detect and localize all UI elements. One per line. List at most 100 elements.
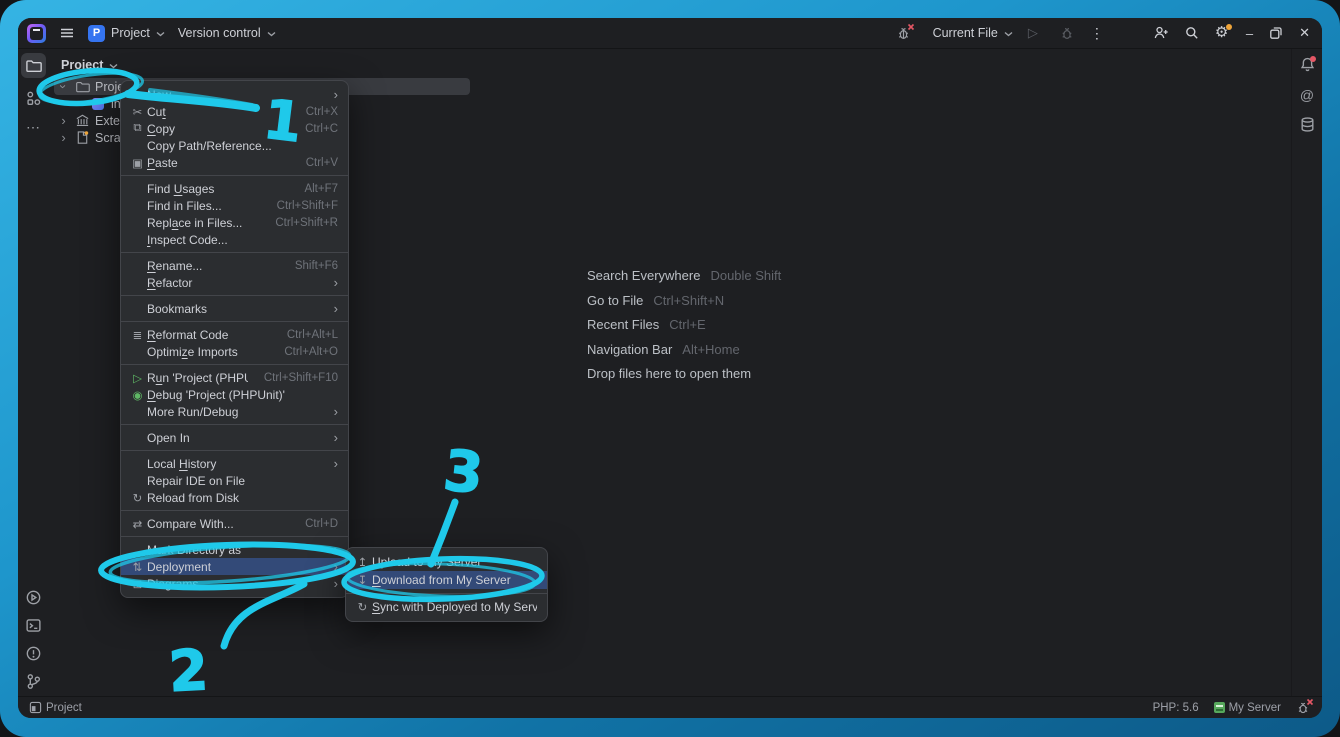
hint-action-link[interactable]: Go to File [587,293,643,308]
hint-action-link[interactable]: Drop files here to open them [587,366,751,381]
database-tool-icon[interactable] [1299,116,1316,133]
menu-item-label: Rename... [147,259,279,273]
menu-item-sync-with-deployed-to-my-server[interactable]: ↻Sync with Deployed to My Server... [346,598,547,616]
settings-notification-dot [1226,24,1232,30]
more-actions-icon[interactable]: ⋮ [1090,25,1105,42]
submenu-arrow-icon: › [334,560,338,573]
profiler-error-icon[interactable] [896,25,912,41]
menu-item-reload-from-disk[interactable]: ↻Reload from Disk [121,489,348,506]
notification-dot [1310,56,1316,62]
menu-item-copy-path-reference[interactable]: Copy Path/Reference... [121,137,348,154]
menu-item-diagrams[interactable]: ⊞Diagrams› [121,575,348,592]
profiler-error-icon[interactable] [1296,700,1312,716]
structure-tool-icon[interactable] [25,90,42,107]
debug-button[interactable] [1059,25,1075,41]
close-button[interactable]: ✕ [1299,25,1310,41]
project-context-menu: New›✂CutCtrl+X⧉CopyCtrl+CCopy Path/Refer… [120,80,349,598]
run-configuration-widget[interactable]: Current File [933,26,1013,40]
run-button[interactable]: ▷ [1028,25,1044,41]
menu-item-refactor[interactable]: Refactor› [121,274,348,291]
menu-item-copy[interactable]: ⧉CopyCtrl+C [121,120,348,137]
menu-item-label: Optimize Imports [147,345,268,359]
settings-gear-icon[interactable]: ⚙ [1215,25,1231,41]
menu-item-label: Bookmarks [147,302,318,316]
editor-area: Search Everywhere Double Shift Go to File C… [476,49,1292,697]
search-icon[interactable] [1184,25,1200,41]
menu-item-new[interactable]: New› [121,86,348,103]
menu-item-compare-with[interactable]: ⇄Compare With...Ctrl+D [121,515,348,532]
menu-item-deployment[interactable]: ⇅Deployment› [121,558,348,575]
menu-item-label: Local History [147,457,318,471]
menu-item-label: Cut [147,105,290,119]
hint-action-link[interactable]: Recent Files [587,317,659,332]
main-menu-icon[interactable] [59,25,75,41]
hint-shortcut: Double Shift [710,268,781,283]
vcs-widget-label: Version control [178,26,261,40]
menu-item-more-run-debug[interactable]: More Run/Debug› [121,403,348,420]
terminal-tool-icon[interactable] [25,617,42,634]
folder-icon [74,79,90,95]
git-tool-icon[interactable] [25,673,42,690]
project-tool-button[interactable] [21,53,46,78]
hint-action-link[interactable]: Search Everywhere [587,268,700,283]
notifications-bell-icon[interactable] [1299,56,1316,73]
menu-item-inspect-code[interactable]: Inspect Code... [121,231,348,248]
menu-separator [121,510,348,511]
upload-icon: ↥ [353,555,372,569]
maximize-button[interactable] [1268,25,1284,41]
deployment-server-widget[interactable]: My Server [1214,702,1281,714]
menu-item-open-in[interactable]: Open In› [121,429,348,446]
vcs-widget[interactable]: Version control [178,26,276,40]
minimize-button[interactable]: – [1246,26,1253,41]
server-icon [1214,702,1225,713]
statusbar-project-label: Project [46,702,82,714]
menu-item-download-from-my-server[interactable]: ↧Download from My Server [346,571,547,589]
ide-window: P Project Version control Current File [18,18,1322,718]
menu-item-mark-directory-as[interactable]: Mark Directory as› [121,541,348,558]
menu-item-upload-to-my-server[interactable]: ↥Upload to My Server [346,553,547,571]
ai-assistant-icon[interactable]: @ [1299,86,1316,103]
menu-item-paste[interactable]: ▣PasteCtrl+V [121,154,348,171]
menu-item-run-project-phpunit[interactable]: ▷Run 'Project (PHPUnit)'Ctrl+Shift+F10 [121,369,348,386]
reformat-icon: ≣ [128,328,147,342]
menu-item-debug-project-phpunit[interactable]: ◉Debug 'Project (PHPUnit)' [121,386,348,403]
menu-item-repair-ide-on-file[interactable]: Repair IDE on File [121,472,348,489]
menu-item-label: More Run/Debug [147,405,318,419]
problems-tool-icon[interactable] [25,645,42,662]
project-widget[interactable]: P Project [88,25,165,42]
submenu-arrow-icon: › [334,276,338,289]
menu-item-label: Find in Files... [147,199,261,213]
menu-item-shortcut: Ctrl+Shift+R [275,217,338,229]
hint-action-link[interactable]: Navigation Bar [587,342,672,357]
statusbar-project-widget[interactable]: Project [18,701,82,714]
menu-item-reformat-code[interactable]: ≣Reformat Code Ctrl+Alt+L [121,326,348,343]
tree-expand-icon[interactable]: › [58,130,69,145]
tree-expand-icon[interactable]: › [58,113,69,128]
menu-item-find-usages[interactable]: Find UsagesAlt+F7 [121,180,348,197]
hint-shortcut: Ctrl+E [669,317,705,332]
menu-item-label: Open In [147,431,318,445]
compare-icon: ⇄ [128,517,147,531]
code-with-me-icon[interactable] [1153,25,1169,41]
php-version-widget[interactable]: PHP: 5.6 [1153,702,1199,714]
phpstorm-logo-icon [27,24,46,43]
menu-item-shortcut: Ctrl+Alt+L [287,329,338,341]
more-tools-icon[interactable]: ⋯ [25,119,42,136]
menu-item-bookmarks[interactable]: Bookmarks› [121,300,348,317]
menu-item-local-history[interactable]: Local History› [121,455,348,472]
menu-item-label: Reload from Disk [147,491,338,505]
submenu-arrow-icon: › [334,88,338,101]
editor-hint-search-everywhere: Search Everywhere Double Shift [587,268,781,281]
services-tool-icon[interactable] [25,589,42,606]
menu-item-replace-in-files[interactable]: Replace in Files...Ctrl+Shift+R [121,214,348,231]
menu-item-cut[interactable]: ✂CutCtrl+X [121,103,348,120]
menu-item-find-in-files[interactable]: Find in Files...Ctrl+Shift+F [121,197,348,214]
scratches-icon [74,130,90,146]
menu-item-rename[interactable]: Rename...Shift+F6 [121,257,348,274]
menu-item-label: Reformat Code [147,328,271,342]
tree-expand-icon[interactable]: › [56,81,71,92]
menu-item-optimize-imports[interactable]: Optimize ImportsCtrl+Alt+O [121,343,348,360]
menu-separator [121,295,348,296]
menu-separator [346,593,547,594]
project-panel-header[interactable]: Project [48,49,476,75]
